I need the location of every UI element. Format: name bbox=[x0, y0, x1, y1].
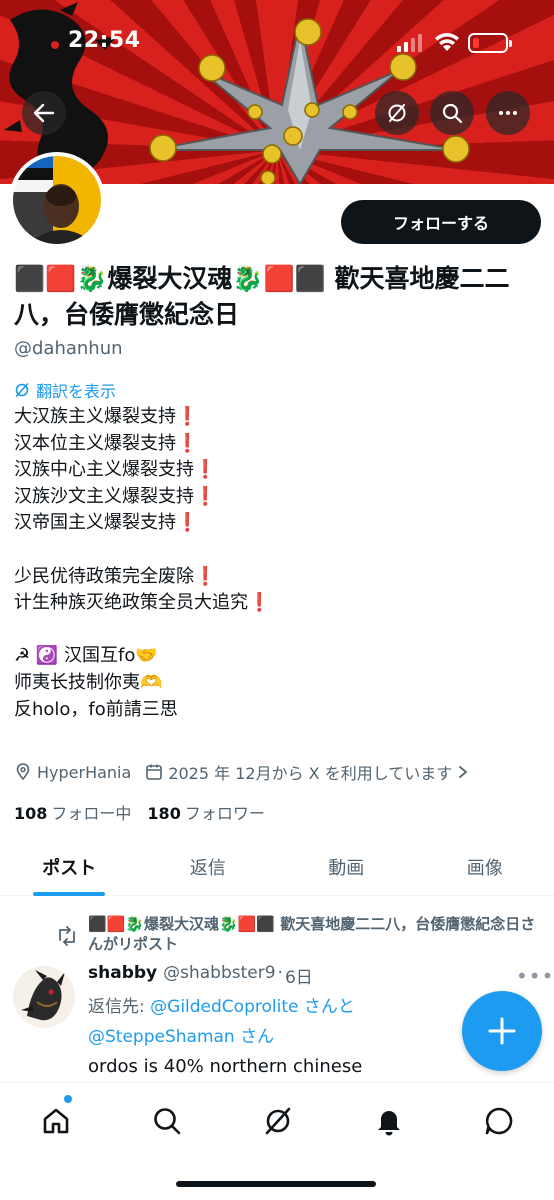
post-text: ordos is 40% northern chinese bbox=[88, 1056, 363, 1077]
grok-icon bbox=[388, 104, 406, 122]
bottom-navigation bbox=[0, 1082, 554, 1200]
location-text: HyperHania bbox=[37, 762, 132, 782]
post-more-icon[interactable]: ••• bbox=[516, 964, 554, 988]
post-header: shabby @shabbster9 · 6日 bbox=[88, 963, 313, 988]
reply-prefix: 返信先: bbox=[88, 997, 151, 1017]
following-label: フォロー中 bbox=[51, 804, 132, 823]
post-author-name[interactable]: shabby bbox=[88, 963, 157, 988]
author-avatar-image bbox=[21, 970, 65, 1021]
tab-images[interactable]: 画像 bbox=[416, 838, 554, 895]
following-link[interactable]: 108 フォロー中 bbox=[14, 800, 131, 824]
reply-mid: さんと bbox=[298, 997, 355, 1017]
reply-suffix: さん bbox=[234, 1027, 275, 1047]
post-time[interactable]: 6日 bbox=[285, 963, 313, 988]
nav-messages[interactable] bbox=[479, 1101, 519, 1141]
repost-context[interactable]: ⬛🟥🐉爆裂大汉魂🐉🟥⬛ 歡天喜地慶二二八，台倭膺懲紀念日さんがリポスト bbox=[88, 914, 544, 954]
joined-item[interactable]: 2025 年 12月から X を利用しています bbox=[145, 760, 469, 784]
grok-icon bbox=[15, 383, 29, 397]
grok-button[interactable] bbox=[375, 91, 419, 135]
nav-home[interactable] bbox=[36, 1101, 76, 1141]
profile-bio: 大汉族主义爆裂支持❗ 汉本位主义爆裂支持❗ 汉族中心主义爆裂支持❗ 汉族沙文主义… bbox=[14, 406, 271, 720]
cellular-signal-icon bbox=[397, 34, 422, 52]
search-icon bbox=[154, 1108, 181, 1135]
tab-replies[interactable]: 返信 bbox=[139, 838, 278, 895]
profile-display-name: ⬛🟥🐉爆裂大汉魂🐉🟥⬛ 歡天喜地慶二二八，台倭膺懲紀念日 bbox=[14, 264, 510, 329]
post-author-avatar[interactable] bbox=[13, 966, 75, 1028]
chevron-right-icon bbox=[459, 766, 468, 778]
nav-grok[interactable] bbox=[258, 1101, 298, 1141]
search-icon bbox=[442, 103, 463, 124]
nav-search[interactable] bbox=[147, 1101, 187, 1141]
messages-icon bbox=[485, 1107, 513, 1135]
profile-tabs: ポスト 返信 動画 画像 bbox=[0, 838, 554, 896]
translate-bio-link[interactable]: 翻訳を表示 bbox=[14, 378, 116, 402]
nav-notifications[interactable] bbox=[369, 1101, 409, 1141]
following-count: 108 bbox=[14, 804, 48, 823]
battery-icon bbox=[468, 33, 512, 53]
location-item: HyperHania bbox=[14, 763, 131, 782]
tab-videos[interactable]: 動画 bbox=[277, 838, 416, 895]
profile-meta: HyperHania 2025 年 12月から X を利用しています bbox=[14, 760, 483, 784]
status-bar: 22:54 bbox=[0, 24, 554, 60]
grok-icon bbox=[265, 1107, 291, 1135]
notifications-icon bbox=[378, 1111, 400, 1136]
followers-label: フォロワー bbox=[184, 804, 265, 823]
wifi-icon bbox=[435, 33, 459, 51]
profile-avatar[interactable] bbox=[9, 152, 105, 248]
home-indicator bbox=[176, 1181, 376, 1187]
back-button[interactable] bbox=[22, 91, 66, 135]
plus-icon bbox=[488, 1017, 516, 1045]
calendar-icon bbox=[146, 764, 163, 780]
follow-counts: 108 フォロー中 180 フォロワー bbox=[14, 800, 265, 824]
reply-user-2[interactable]: @SteppeShaman bbox=[88, 1027, 235, 1047]
avatar-image bbox=[13, 156, 101, 244]
profile-handle: @dahanhun bbox=[14, 338, 123, 359]
post-author-handle[interactable]: @shabbster9 bbox=[163, 963, 275, 988]
tab-posts[interactable]: ポスト bbox=[0, 838, 139, 896]
post-separator: · bbox=[277, 963, 283, 983]
reply-user-1[interactable]: @GildedCoprolite bbox=[150, 997, 298, 1017]
compose-button[interactable] bbox=[462, 991, 542, 1071]
search-button[interactable] bbox=[430, 91, 474, 135]
followers-link[interactable]: 180 フォロワー bbox=[147, 800, 264, 824]
more-button[interactable] bbox=[486, 91, 530, 135]
back-arrow-icon bbox=[33, 103, 55, 123]
location-icon bbox=[16, 763, 30, 781]
home-icon bbox=[43, 1108, 69, 1134]
more-icon bbox=[499, 111, 517, 115]
home-notification-dot bbox=[64, 1095, 72, 1103]
repost-icon bbox=[59, 926, 75, 946]
reply-to: 返信先: @GildedCoprolite さんと @SteppeShaman … bbox=[88, 992, 355, 1052]
followers-count: 180 bbox=[147, 804, 181, 823]
translate-label: 翻訳を表示 bbox=[36, 382, 117, 401]
joined-text: 2025 年 12月から X を利用しています bbox=[168, 764, 453, 783]
follow-button[interactable]: フォローする bbox=[341, 200, 541, 244]
status-time: 22:54 bbox=[68, 28, 141, 53]
